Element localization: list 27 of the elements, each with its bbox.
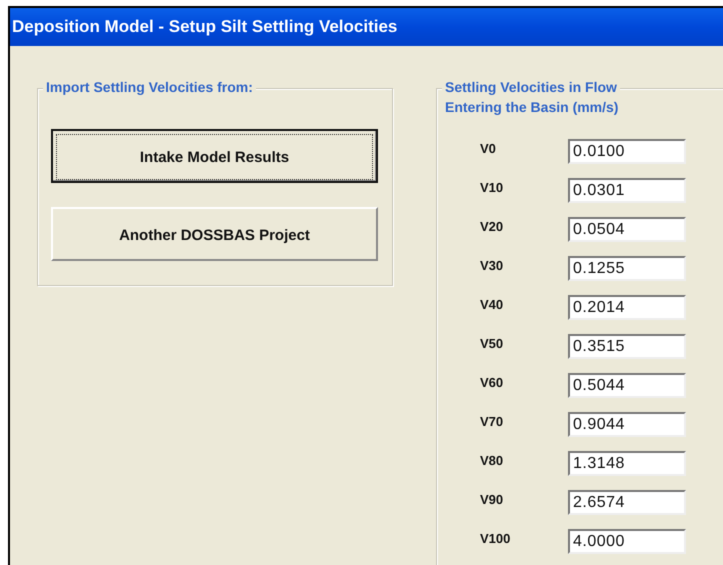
field-label: V40 — [480, 297, 504, 314]
import-button[interactable]: Intake Model Results — [51, 129, 378, 183]
field-label: V10 — [480, 180, 504, 197]
velocity-field[interactable]: 1.3148 — [568, 451, 686, 476]
field-label: V80 — [480, 453, 504, 470]
velocity-field[interactable]: 0.1255 — [568, 256, 686, 281]
velocity-field[interactable]: 0.3515 — [568, 334, 686, 359]
group-title: Settling Velocities in Flow — [442, 79, 620, 95]
group-title: Import Settling Velocities from: — [43, 79, 256, 95]
field-label: V100 — [480, 531, 512, 548]
velocity-field[interactable]: 0.0100 — [568, 139, 686, 164]
velocity-field[interactable]: 0.5044 — [568, 373, 686, 398]
velocity-field[interactable]: 0.0301 — [568, 178, 686, 203]
velocity-field[interactable]: 0.2014 — [568, 295, 686, 320]
window-title: Deposition Model - Setup Silt Settling Velocities — [12, 17, 398, 37]
field-label: V70 — [480, 414, 504, 431]
import-button[interactable]: Another DOSSBAS Project — [51, 207, 378, 261]
field-label: V20 — [480, 219, 504, 236]
field-label: V30 — [480, 258, 504, 275]
velocity-field[interactable]: 4.0000 — [568, 529, 686, 554]
field-label: V60 — [480, 375, 504, 392]
field-label: V90 — [480, 492, 504, 509]
velocity-field[interactable]: 0.9044 — [568, 412, 686, 437]
field-label: V50 — [480, 336, 504, 353]
velocity-field[interactable]: 2.6574 — [568, 490, 686, 515]
field-label: V0 — [480, 141, 497, 158]
velocity-field[interactable]: 0.0504 — [568, 217, 686, 242]
